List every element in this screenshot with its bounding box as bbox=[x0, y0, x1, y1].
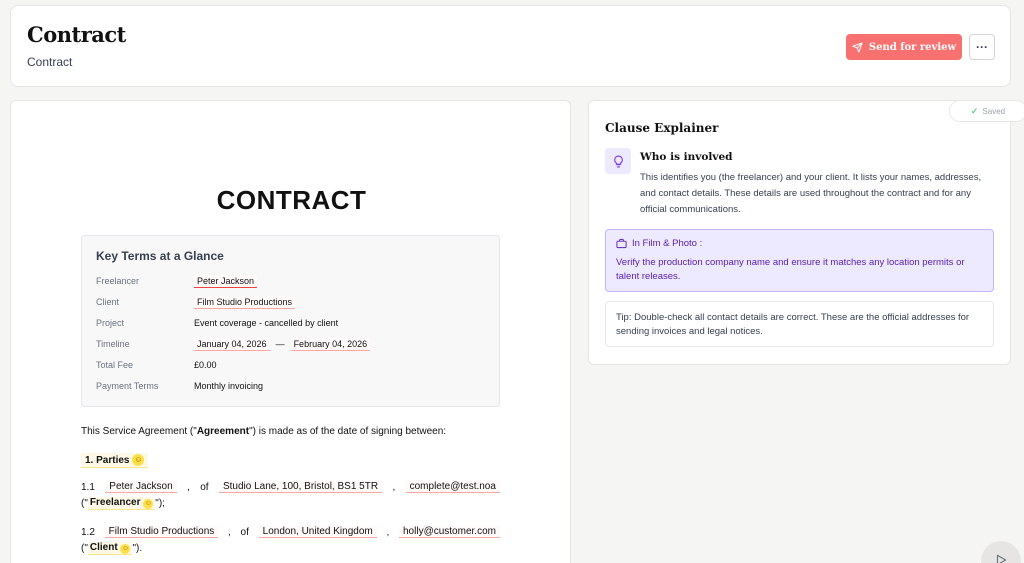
freelancer-email-field[interactable]: complete@test.noa bbox=[405, 481, 500, 493]
lightbulb-icon bbox=[605, 148, 631, 174]
key-term-freelancer: Freelancer Peter Jackson bbox=[96, 273, 491, 289]
defined-term-freelancer[interactable]: Freelancer ☺ bbox=[87, 497, 156, 510]
client-name-field[interactable]: Film Studio Productions bbox=[104, 526, 219, 538]
key-term-timeline: Timeline January 04, 2026 — February 04,… bbox=[96, 336, 491, 352]
timeline-start-field[interactable]: January 04, 2026 bbox=[194, 337, 270, 351]
contract-document[interactable]: CONTRACT Key Terms at a Glance Freelance… bbox=[10, 100, 571, 563]
send-icon bbox=[852, 41, 863, 53]
project-value: Event coverage - cancelled by client bbox=[194, 318, 339, 328]
section-parties-heading[interactable]: 1. Parties ☺ bbox=[81, 453, 149, 468]
clause-1-1: 1.1 Peter Jackson , of Studio Lane, 100,… bbox=[81, 481, 500, 510]
intro-paragraph: This Service Agreement ("Agreement") is … bbox=[81, 426, 447, 437]
key-term-project: Project Event coverage - cancelled by cl… bbox=[96, 318, 339, 328]
client-field[interactable]: Film Studio Productions bbox=[194, 295, 296, 309]
clause-explainer-panel: ✓ Saved Clause Explainer Who is involved… bbox=[588, 100, 1024, 365]
send-for-review-label: Send for review bbox=[868, 41, 957, 53]
tip-text: Tip: Double-check all contact details ar… bbox=[616, 312, 970, 337]
client-address-field[interactable]: London, United Kingdom bbox=[258, 526, 377, 538]
key-term-total-fee: Total Fee £0.00 bbox=[96, 360, 217, 370]
total-fee-value: £0.00 bbox=[194, 360, 217, 370]
timeline-end-field[interactable]: February 04, 2026 bbox=[290, 337, 371, 351]
floating-action-button[interactable] bbox=[981, 541, 1021, 563]
check-icon: ✓ bbox=[970, 105, 979, 116]
tip-box: Tip: Double-check all contact details ar… bbox=[605, 301, 994, 347]
saved-badge: ✓ Saved bbox=[949, 100, 1024, 122]
smiley-icon[interactable]: ☺ bbox=[132, 454, 145, 466]
payment-terms-value: Monthly invoicing bbox=[194, 381, 264, 391]
defined-term-client[interactable]: Client ☺ bbox=[87, 542, 133, 555]
who-involved-title: Who is involved bbox=[640, 151, 733, 163]
page-title: Contract bbox=[27, 22, 126, 47]
client-email-field[interactable]: holly@customer.com bbox=[399, 526, 500, 538]
document-title: CONTRACT bbox=[216, 185, 367, 215]
freelancer-address-field[interactable]: Studio Lane, 100, Bristol, BS1 5TR bbox=[218, 481, 383, 493]
industry-note-body: Verify the production company name and e… bbox=[616, 257, 965, 282]
industry-note-box: In Film & Photo : Verify the production … bbox=[605, 229, 994, 292]
more-options-button[interactable]: ··· bbox=[969, 34, 995, 60]
more-icon: ··· bbox=[976, 40, 988, 54]
freelancer-name-field[interactable]: Peter Jackson bbox=[105, 481, 177, 493]
smiley-icon: ☺ bbox=[143, 499, 154, 509]
clause-1-2: 1.2 Film Studio Productions , of London,… bbox=[81, 526, 500, 555]
key-terms-title: Key Terms at a Glance bbox=[96, 249, 224, 263]
smiley-icon: ☺ bbox=[120, 544, 131, 554]
send-for-review-button[interactable]: Send for review bbox=[846, 34, 962, 60]
who-involved-body: This identifies you (the freelancer) and… bbox=[640, 172, 982, 215]
key-terms-box: Key Terms at a Glance Freelancer Peter J… bbox=[81, 235, 500, 407]
play-icon bbox=[996, 554, 1007, 563]
page-header: Contract Contract Send for review ··· bbox=[10, 5, 1011, 87]
industry-note-heading: In Film & Photo : bbox=[632, 238, 703, 249]
key-term-client: Client Film Studio Productions bbox=[96, 294, 491, 310]
freelancer-field[interactable]: Peter Jackson bbox=[194, 274, 258, 288]
panel-title: Clause Explainer bbox=[605, 121, 719, 135]
key-term-payment-terms: Payment Terms Monthly invoicing bbox=[96, 381, 264, 391]
page-subtitle: Contract bbox=[27, 55, 73, 69]
briefcase-icon bbox=[616, 238, 627, 249]
